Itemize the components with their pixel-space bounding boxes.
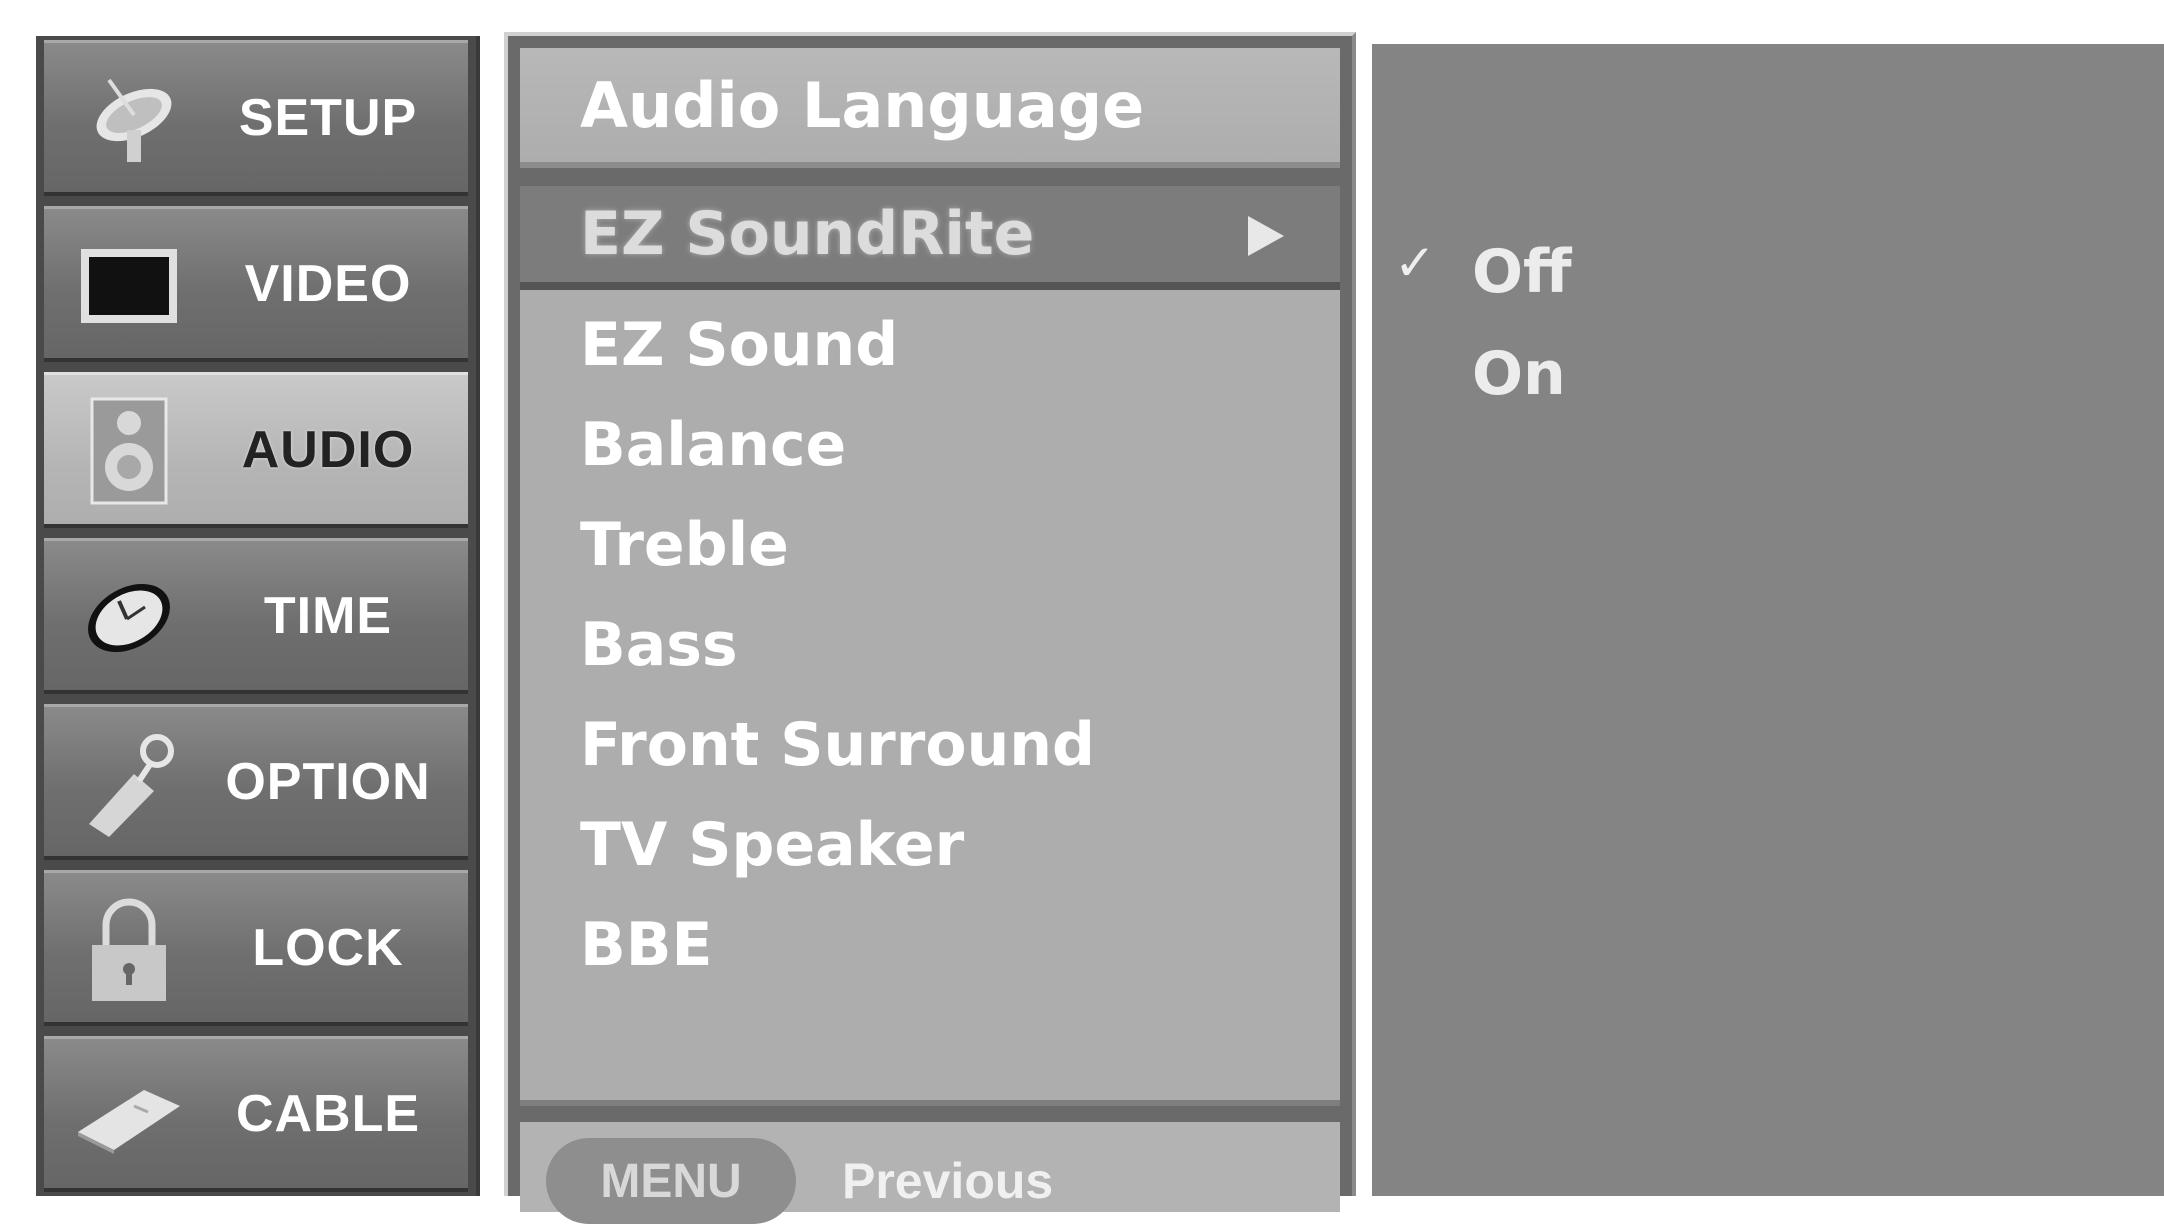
menu-item-ez-sound[interactable]: EZ Sound (520, 296, 1340, 394)
category-sidebar: SETUP VIDEO AUDIO TIME OPTION LOCK CABLE (36, 36, 480, 1196)
menu-footer: MENU Previous (520, 1122, 1340, 1224)
tag-key-icon (74, 729, 184, 839)
sidebar-item-video[interactable]: VIDEO (44, 206, 468, 362)
checkmark-icon: ✓ (1394, 234, 1436, 292)
sidebar-item-label: TIME (263, 586, 393, 645)
sidebar-item-label: CABLE (235, 1084, 421, 1143)
tv-osd-screen: SETUP VIDEO AUDIO TIME OPTION LOCK CABLE… (0, 0, 2164, 1224)
menu-item-label: Front Surround (580, 710, 1095, 780)
tv-screen-icon (74, 231, 184, 341)
speaker-icon (74, 397, 184, 507)
sidebar-item-cable[interactable]: CABLE (44, 1036, 468, 1192)
sidebar-item-label: SETUP (238, 88, 418, 147)
menu-item-label: Bass (580, 610, 738, 680)
submenu-arrow-icon (1248, 216, 1284, 256)
ez-soundrite-submenu: ✓ Off On (1372, 44, 2164, 1196)
sidebar-item-time[interactable]: TIME (44, 538, 468, 694)
audio-menu-panel: Audio Language EZ SoundRite EZ Sound Bal… (504, 32, 1356, 1224)
previous-hint: Previous (842, 1153, 1054, 1209)
sidebar-item-label: VIDEO (244, 254, 412, 313)
menu-item-audio-language[interactable]: Audio Language (520, 48, 1340, 168)
padlock-icon (74, 895, 184, 1005)
menu-item-bass[interactable]: Bass (520, 596, 1340, 694)
menu-item-bbe[interactable]: BBE (520, 896, 1340, 994)
menu-item-ez-soundrite[interactable]: EZ SoundRite (520, 186, 1340, 290)
audio-menu-list: EZ SoundRite EZ Sound Balance Treble Bas… (520, 186, 1340, 1106)
sidebar-item-setup[interactable]: SETUP (44, 40, 468, 196)
menu-item-tv-speaker[interactable]: TV Speaker (520, 796, 1340, 894)
menu-item-label: TV Speaker (580, 810, 965, 880)
menu-item-label: Treble (580, 510, 789, 580)
sidebar-item-label: LOCK (252, 918, 404, 977)
sidebar-item-lock[interactable]: LOCK (44, 870, 468, 1026)
cable-card-icon (74, 1061, 184, 1171)
satellite-dish-icon (74, 65, 184, 175)
menu-item-treble[interactable]: Treble (520, 496, 1340, 594)
menu-button[interactable]: MENU (546, 1138, 796, 1224)
menu-item-label: BBE (580, 910, 713, 980)
sidebar-item-audio[interactable]: AUDIO (44, 372, 468, 528)
option-off[interactable]: Off (1472, 222, 1572, 322)
menu-item-label: Balance (580, 410, 847, 480)
option-on[interactable]: On (1472, 324, 1566, 424)
clock-icon (74, 563, 184, 673)
menu-item-label: EZ Sound (580, 310, 899, 380)
sidebar-item-label: OPTION (225, 752, 431, 811)
menu-item-front-surround[interactable]: Front Surround (520, 696, 1340, 794)
sidebar-item-option[interactable]: OPTION (44, 704, 468, 860)
sidebar-item-label: AUDIO (241, 420, 415, 479)
menu-item-balance[interactable]: Balance (520, 396, 1340, 494)
menu-item-label: EZ SoundRite (580, 199, 1035, 269)
